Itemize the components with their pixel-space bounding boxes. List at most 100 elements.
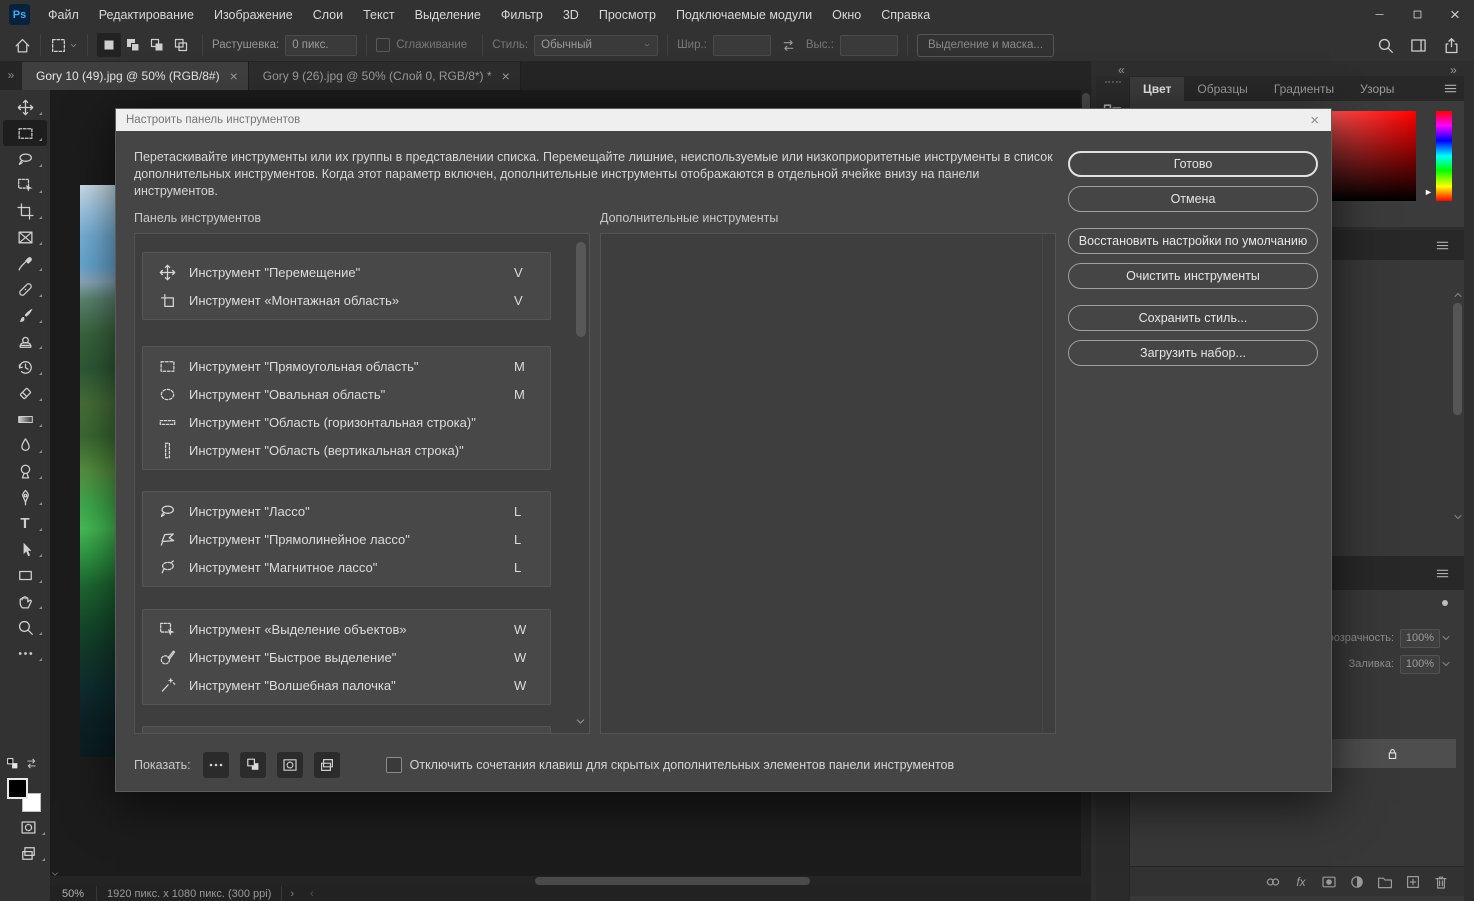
tool-brush-icon[interactable] (3, 302, 47, 328)
style-select[interactable]: Обычный (534, 34, 659, 56)
scroll-down-icon[interactable] (574, 715, 587, 728)
menu-item-Текст[interactable]: Текст (353, 8, 404, 22)
default-colors-icon[interactable] (6, 757, 19, 770)
trash-icon[interactable] (1433, 874, 1449, 890)
foreground-color-swatch[interactable] (7, 778, 28, 799)
tool-dodge-icon[interactable] (3, 458, 47, 484)
tool-path-select-icon[interactable] (3, 536, 47, 562)
tool-blur-icon[interactable] (3, 432, 47, 458)
tool-row[interactable]: Инструмент "Овальная область" M (143, 380, 550, 408)
menu-item-Слои[interactable]: Слои (303, 8, 353, 22)
document-image[interactable] (80, 185, 116, 757)
maximize-button[interactable] (1398, 0, 1436, 29)
close-button[interactable]: × (1436, 0, 1474, 29)
selection-mode-subtract[interactable] (145, 33, 169, 57)
document-tab[interactable]: Gory 9 (26).jpg @ 50% (Слой 0, RGB/8*) *… (248, 62, 521, 90)
tool-history-brush-icon[interactable] (3, 354, 47, 380)
close-icon[interactable]: × (230, 68, 238, 84)
menu-item-Выделение[interactable]: Выделение (405, 8, 491, 22)
status-flyout-icon[interactable]: › (290, 888, 294, 900)
scroll-left-icon[interactable]: ‹ (310, 888, 314, 900)
swap-colors-icon[interactable] (25, 757, 38, 770)
panel-menu-icon[interactable] (1435, 238, 1450, 253)
collapse-panels-right-icon[interactable]: » (1450, 63, 1457, 77)
tool-stamp-icon[interactable] (3, 328, 47, 354)
anti-alias-checkbox[interactable] (376, 38, 391, 52)
share-icon[interactable] (1443, 37, 1460, 54)
width-input[interactable] (712, 34, 771, 56)
panel-tab-Образцы[interactable]: Образцы (1184, 77, 1260, 101)
menu-item-Изображение[interactable]: Изображение (204, 8, 303, 22)
tool-ellipsis-icon[interactable] (3, 640, 47, 666)
select-and-mask-button[interactable]: Выделение и маска... (916, 33, 1055, 57)
menu-item-Файл[interactable]: Файл (38, 8, 89, 22)
document-tab[interactable]: Gory 10 (49).jpg @ 50% (RGB/8#) × (22, 62, 249, 90)
tool-row[interactable]: Инструмент "Прямоугольная область" M (143, 352, 550, 380)
scrollbar-thumb[interactable] (576, 242, 586, 337)
show-option-show-colors-icon[interactable] (239, 752, 266, 778)
plus-square-icon[interactable] (1405, 874, 1421, 890)
zoom-level[interactable]: 50% (50, 888, 96, 900)
close-icon[interactable]: × (502, 68, 510, 84)
selection-mode-add[interactable] (121, 33, 145, 57)
height-input[interactable] (839, 34, 898, 56)
clear-tools-button[interactable]: Очистить инструменты (1068, 263, 1318, 289)
tool-hand-icon[interactable] (3, 588, 47, 614)
menu-item-Подключаемые модули[interactable]: Подключаемые модули (666, 8, 822, 22)
disable-shortcuts-checkbox[interactable] (385, 757, 402, 773)
tool-zoom-icon[interactable] (3, 614, 47, 640)
tool-row[interactable]: Инструмент "Перемещение" V (143, 258, 550, 286)
save-preset-button[interactable]: Сохранить стиль... (1068, 305, 1318, 331)
tool-row[interactable]: Инструмент "Прямолинейное лассо" L (143, 525, 550, 553)
tool-pen-icon[interactable] (3, 484, 47, 510)
swap-dimensions-icon[interactable] (781, 38, 796, 53)
filter-pin-icon[interactable] (1438, 596, 1452, 610)
tool-heal-icon[interactable] (3, 276, 47, 302)
screen-mode-button[interactable] (6, 840, 50, 866)
collapse-panels-left-icon[interactable]: « (1118, 63, 1125, 77)
tool-row[interactable]: Инструмент "Лассо" L (143, 497, 550, 525)
hue-slider-arrow[interactable]: ► (1424, 187, 1433, 197)
search-icon[interactable] (1377, 37, 1394, 54)
fx-icon[interactable]: fx (1293, 874, 1309, 890)
tool-move-icon[interactable] (3, 94, 47, 120)
selection-mode-intersect[interactable] (169, 33, 193, 57)
drag-grip[interactable] (1105, 81, 1121, 86)
panel-menu-icon[interactable] (1443, 81, 1458, 96)
close-icon[interactable]: × (1310, 112, 1319, 129)
cancel-button[interactable]: Отмена (1068, 186, 1318, 212)
chevron-down-icon[interactable] (1440, 658, 1452, 670)
scrollbar-thumb[interactable] (1453, 303, 1462, 415)
tool-row[interactable]: Инструмент "Магнитное лассо" L (143, 553, 550, 581)
panel-menu-icon[interactable] (1435, 566, 1450, 581)
scroll-down-icon[interactable] (1452, 511, 1464, 523)
show-option-ellipsis-icon[interactable] (202, 752, 229, 778)
scrollbar-thumb[interactable] (535, 877, 810, 885)
tool-lasso-icon[interactable] (3, 146, 47, 172)
done-button[interactable]: Готово (1068, 151, 1318, 177)
tool-row[interactable]: Инструмент "Область (вертикальная строка… (143, 436, 550, 464)
opacity-value[interactable]: 100% (1400, 628, 1440, 648)
menu-item-Просмотр[interactable]: Просмотр (589, 8, 666, 22)
scroll-up-icon[interactable] (1452, 289, 1464, 301)
tool-rect-marquee-icon[interactable] (3, 120, 47, 146)
menu-item-Окно[interactable]: Окно (822, 8, 871, 22)
mask-icon[interactable] (1321, 874, 1337, 890)
tool-row[interactable]: Инструмент «Выделение объектов» W (143, 615, 550, 643)
horizontal-scrollbar[interactable] (50, 876, 1081, 886)
selection-mode-new[interactable] (97, 33, 121, 57)
tool-row[interactable]: Инструмент "Область (горизонтальная стро… (143, 408, 550, 436)
tool-frame-icon[interactable] (3, 224, 47, 250)
tool-row[interactable]: Инструмент «Монтажная область» V (143, 286, 550, 314)
tool-eraser-icon[interactable] (3, 380, 47, 406)
feather-input[interactable]: 0 пикс. (285, 34, 358, 56)
home-icon[interactable] (14, 37, 31, 54)
minimize-button[interactable] (1360, 0, 1398, 29)
hue-slider[interactable] (1436, 111, 1452, 201)
tool-gradient-icon[interactable] (3, 406, 47, 432)
show-option-quick-mask-icon[interactable] (276, 752, 303, 778)
menu-item-Редактирование[interactable]: Редактирование (89, 8, 204, 22)
panel-tab-Градиенты[interactable]: Градиенты (1261, 77, 1347, 101)
load-preset-button[interactable]: Загрузить набор... (1068, 340, 1318, 366)
chevron-down-icon[interactable] (69, 41, 78, 50)
